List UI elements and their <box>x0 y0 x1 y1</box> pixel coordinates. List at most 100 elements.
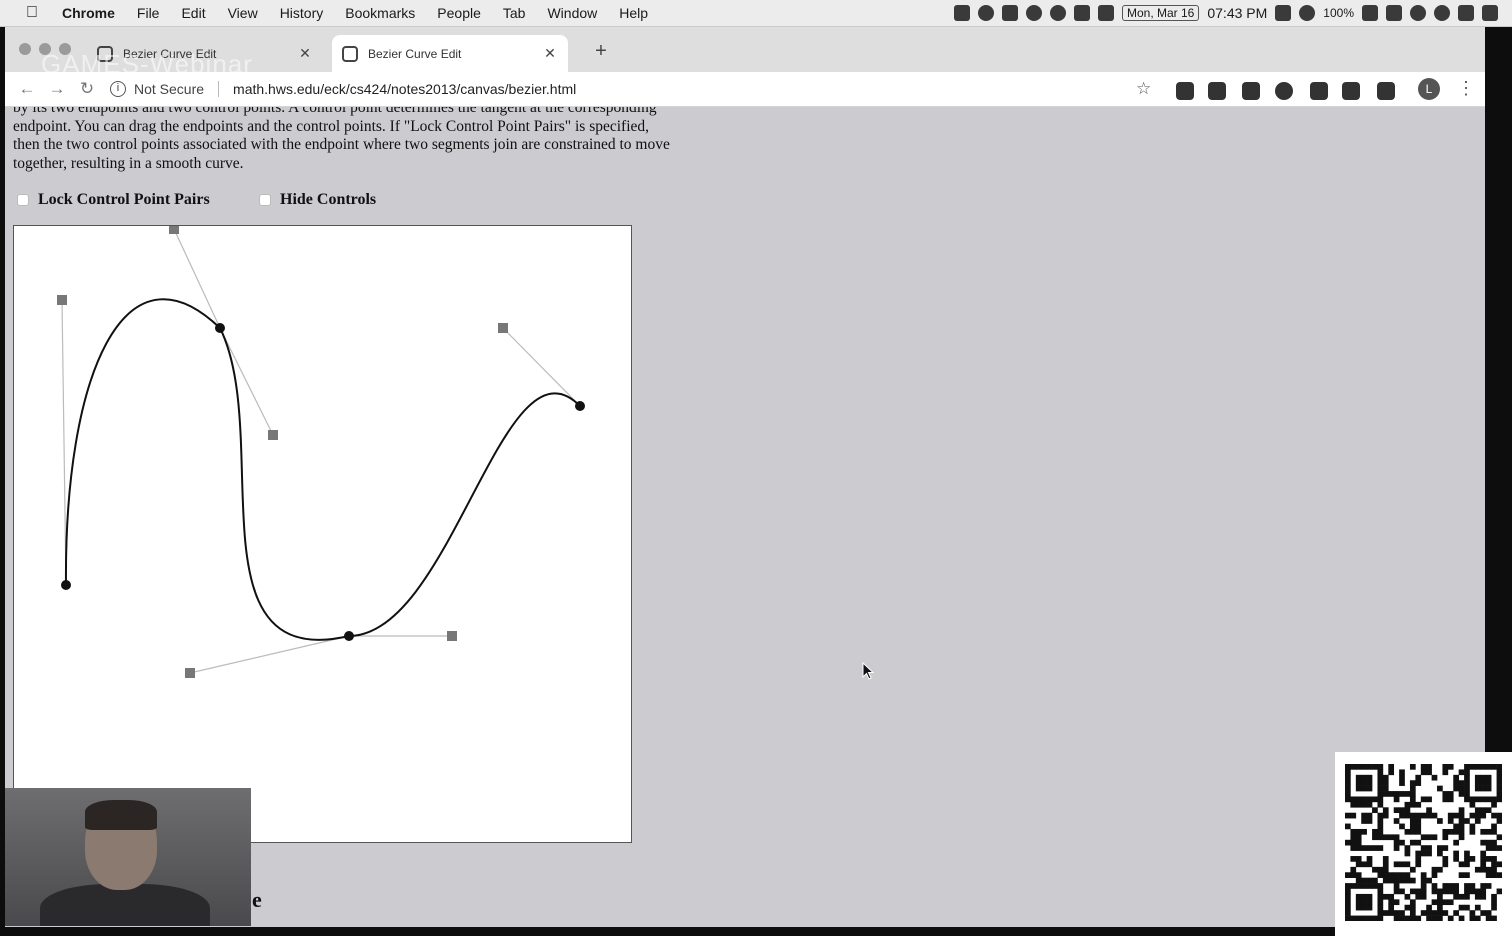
qr-module <box>1469 883 1476 889</box>
url-text[interactable]: math.hws.edu/eck/cs424/notes2013/canvas/… <box>233 81 576 97</box>
qr-module <box>1464 883 1470 889</box>
close-window-button[interactable] <box>19 43 31 55</box>
qr-module <box>1399 774 1405 781</box>
qr-module <box>1377 883 1384 889</box>
menu-tab[interactable]: Tab <box>492 5 537 21</box>
lock-control-points-checkbox[interactable] <box>17 194 29 206</box>
dropbox-icon[interactable] <box>1002 5 1018 21</box>
qr-module <box>1366 904 1373 911</box>
hide-controls-option[interactable]: Hide Controls <box>259 191 376 209</box>
ublock-extension-icon[interactable] <box>1176 82 1194 100</box>
battery-percent[interactable]: 100% <box>1323 6 1354 20</box>
curve-endpoint[interactable] <box>61 580 71 590</box>
extension-icon-3[interactable] <box>1242 82 1260 100</box>
site-info-icon[interactable]: i <box>110 81 126 97</box>
qr-module <box>1372 828 1378 835</box>
extension-icon-4[interactable] <box>1275 82 1293 100</box>
siri-icon[interactable] <box>1434 5 1450 21</box>
tab-bezier-2[interactable]: Bezier Curve Edit ✕ <box>332 35 568 72</box>
qr-module <box>1382 893 1389 900</box>
menu-bar-date[interactable]: Mon, Mar 16 <box>1122 5 1200 21</box>
forward-icon[interactable]: → <box>42 79 72 99</box>
qr-module <box>1388 834 1395 841</box>
keyboard-icon[interactable] <box>1275 5 1292 21</box>
address-bar[interactable]: i Not Secure math.hws.edu/eck/cs424/note… <box>110 81 1110 97</box>
qr-module <box>1355 883 1362 889</box>
back-icon[interactable]: ← <box>12 79 42 99</box>
qr-module <box>1491 764 1497 770</box>
qr-module <box>1388 769 1395 776</box>
qr-module <box>1355 828 1362 835</box>
qr-module <box>1350 834 1357 841</box>
qr-module <box>1404 904 1411 911</box>
menu-history[interactable]: History <box>269 5 335 21</box>
control-point-handle[interactable] <box>447 631 457 641</box>
qr-module <box>1350 812 1357 819</box>
tray-mountain-icon[interactable] <box>1074 5 1090 21</box>
apple-icon[interactable]:  <box>14 4 50 22</box>
menu-kebab-icon[interactable]: ⋮ <box>1457 78 1475 99</box>
bezier-drawing[interactable] <box>14 226 631 842</box>
qr-module <box>1480 807 1487 814</box>
control-point-handle[interactable] <box>268 430 278 440</box>
control-flag-icon[interactable] <box>1458 5 1474 21</box>
creative-cloud-icon[interactable] <box>1050 5 1066 21</box>
extension-icon-2[interactable] <box>1208 82 1226 100</box>
menu-window[interactable]: Window <box>536 5 608 21</box>
menu-file[interactable]: File <box>126 5 171 21</box>
control-point-handle[interactable] <box>185 668 195 678</box>
tray-screen-icon[interactable] <box>1098 5 1114 21</box>
new-tab-icon[interactable]: + <box>591 40 611 63</box>
curve-endpoint[interactable] <box>575 401 585 411</box>
bezier-curve <box>64 298 581 641</box>
control-point-handle[interactable] <box>57 295 67 305</box>
notification-center-icon[interactable] <box>1482 5 1498 21</box>
menu-bar-clock[interactable]: 07:43 PM <box>1207 5 1267 21</box>
wifi-icon[interactable] <box>1299 5 1316 21</box>
tray-sync-icon[interactable] <box>978 5 994 21</box>
extension-icon-7[interactable] <box>1377 82 1395 100</box>
menu-bookmarks[interactable]: Bookmarks <box>334 5 426 21</box>
qr-module <box>1355 764 1362 770</box>
qr-module <box>1345 774 1351 781</box>
bezier-canvas[interactable] <box>13 225 632 843</box>
hide-controls-checkbox[interactable] <box>259 194 271 206</box>
reload-icon[interactable]: ↻ <box>72 79 102 99</box>
menu-app-name[interactable]: Chrome <box>50 5 126 21</box>
tray-app-icon[interactable] <box>954 5 970 21</box>
tab-close-icon[interactable]: ✕ <box>542 45 558 62</box>
qr-module <box>1415 780 1422 786</box>
curve-endpoint[interactable] <box>344 631 354 641</box>
endpoints[interactable] <box>61 323 585 641</box>
menu-people[interactable]: People <box>426 5 492 21</box>
spotlight-search-icon[interactable] <box>1410 5 1426 21</box>
bookmark-star-icon[interactable]: ☆ <box>1136 79 1151 99</box>
tray-balloon-icon[interactable] <box>1026 5 1042 21</box>
qr-module <box>1447 791 1454 797</box>
qr-module <box>1372 866 1378 873</box>
qr-module <box>1345 893 1351 900</box>
control-points[interactable] <box>57 226 508 678</box>
volume-icon[interactable] <box>1386 5 1402 21</box>
battery-icon[interactable] <box>1362 5 1378 21</box>
profile-avatar[interactable]: L <box>1418 78 1440 100</box>
qr-module <box>1426 769 1432 776</box>
menu-edit[interactable]: Edit <box>170 5 216 21</box>
menu-help[interactable]: Help <box>608 5 659 21</box>
extension-icon-6[interactable] <box>1342 82 1360 100</box>
qr-module <box>1496 785 1502 792</box>
qr-module <box>1474 888 1481 895</box>
menu-view[interactable]: View <box>217 5 269 21</box>
qr-module <box>1491 839 1497 846</box>
extension-icon-5[interactable] <box>1310 82 1328 100</box>
qr-module <box>1350 915 1357 921</box>
control-point-handle[interactable] <box>169 226 179 234</box>
qr-module <box>1474 812 1481 819</box>
tab-close-icon[interactable]: ✕ <box>297 45 313 62</box>
presenter-hair <box>85 800 157 830</box>
control-point-handle[interactable] <box>498 323 508 333</box>
curve-endpoint[interactable] <box>215 323 225 333</box>
qr-module <box>1361 915 1367 921</box>
lock-control-points-option[interactable]: Lock Control Point Pairs <box>17 191 210 209</box>
qr-module <box>1366 764 1373 770</box>
